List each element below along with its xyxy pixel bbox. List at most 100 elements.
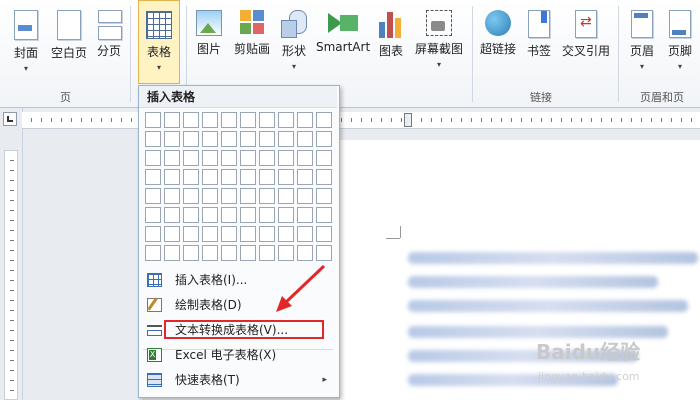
tab-selector-icon[interactable]	[3, 112, 17, 126]
chart-button[interactable]: 图表	[374, 0, 408, 88]
table-grid-cell[interactable]	[202, 169, 218, 185]
cover-page-button[interactable]: 封面 ▾	[6, 0, 46, 88]
table-grid-cell[interactable]	[145, 226, 161, 242]
table-grid-cell[interactable]	[202, 112, 218, 128]
footer-button[interactable]: 页脚 ▾	[662, 0, 698, 88]
table-grid-cell[interactable]	[202, 131, 218, 147]
cross-reference-button[interactable]: ⇄ 交叉引用	[558, 0, 614, 88]
table-grid-cell[interactable]	[145, 112, 161, 128]
table-grid-cell[interactable]	[240, 112, 256, 128]
table-grid-cell[interactable]	[316, 245, 332, 261]
table-grid-cell[interactable]	[259, 131, 275, 147]
blank-page-button[interactable]: 空白页	[46, 0, 92, 88]
page-break-button[interactable]: 分页	[92, 0, 126, 88]
table-grid-cell[interactable]	[164, 245, 180, 261]
picture-button[interactable]: 图片	[192, 0, 226, 88]
table-grid-cell[interactable]	[278, 188, 294, 204]
table-grid-cell[interactable]	[259, 188, 275, 204]
table-grid-cell[interactable]	[316, 150, 332, 166]
menu-item-quick-tables[interactable]: 快速表格(T) ▸	[141, 369, 335, 391]
hyperlink-button[interactable]: 超链接	[476, 0, 520, 88]
table-grid-cell[interactable]	[202, 207, 218, 223]
table-grid-cell[interactable]	[145, 245, 161, 261]
table-grid-cell[interactable]	[278, 112, 294, 128]
table-grid-cell[interactable]	[316, 188, 332, 204]
table-grid-cell[interactable]	[278, 131, 294, 147]
table-button[interactable]: 表格 ▾	[138, 0, 180, 84]
table-grid-cell[interactable]	[278, 207, 294, 223]
table-grid-cell[interactable]	[221, 245, 237, 261]
table-grid-cell[interactable]	[202, 245, 218, 261]
table-grid-cell[interactable]	[240, 188, 256, 204]
table-grid-cell[interactable]	[278, 226, 294, 242]
table-grid-cell[interactable]	[259, 169, 275, 185]
table-grid-cell[interactable]	[221, 150, 237, 166]
table-grid-cell[interactable]	[183, 226, 199, 242]
header-button[interactable]: 页眉 ▾	[624, 0, 660, 88]
table-grid-cell[interactable]	[164, 131, 180, 147]
table-grid-cell[interactable]	[297, 207, 313, 223]
table-grid-cell[interactable]	[145, 188, 161, 204]
table-grid-cell[interactable]	[145, 131, 161, 147]
table-grid-cell[interactable]	[202, 226, 218, 242]
table-grid-cell[interactable]	[164, 226, 180, 242]
indent-marker-icon[interactable]	[404, 113, 412, 127]
table-grid-cell[interactable]	[183, 188, 199, 204]
table-grid-cell[interactable]	[183, 169, 199, 185]
table-grid-cell[interactable]	[221, 207, 237, 223]
screenshot-button[interactable]: 屏幕截图 ▾	[410, 0, 468, 88]
table-grid-cell[interactable]	[297, 226, 313, 242]
smartart-button[interactable]: SmartArt	[316, 0, 370, 88]
table-grid-cell[interactable]	[316, 112, 332, 128]
table-grid-cell[interactable]	[183, 112, 199, 128]
table-grid-cell[interactable]	[240, 169, 256, 185]
clip-art-button[interactable]: 剪贴画	[230, 0, 274, 88]
table-grid-cell[interactable]	[297, 169, 313, 185]
horizontal-ruler[interactable]	[22, 112, 700, 129]
table-grid-cell[interactable]	[297, 112, 313, 128]
table-grid-cell[interactable]	[240, 207, 256, 223]
table-grid-cell[interactable]	[316, 226, 332, 242]
table-grid-cell[interactable]	[259, 112, 275, 128]
table-grid-cell[interactable]	[183, 150, 199, 166]
table-grid-cell[interactable]	[240, 150, 256, 166]
table-grid-cell[interactable]	[278, 245, 294, 261]
table-grid-cell[interactable]	[164, 150, 180, 166]
table-grid-cell[interactable]	[183, 207, 199, 223]
table-grid-cell[interactable]	[259, 150, 275, 166]
table-grid-cell[interactable]	[259, 226, 275, 242]
table-grid-cell[interactable]	[240, 131, 256, 147]
table-grid-cell[interactable]	[164, 188, 180, 204]
table-grid-cell[interactable]	[221, 188, 237, 204]
table-grid-cell[interactable]	[297, 188, 313, 204]
table-grid-cell[interactable]	[297, 131, 313, 147]
table-grid-cell[interactable]	[145, 169, 161, 185]
shapes-button[interactable]: 形状 ▾	[276, 0, 312, 88]
table-grid-cell[interactable]	[278, 150, 294, 166]
bookmark-button[interactable]: 书签	[522, 0, 556, 88]
table-grid-cell[interactable]	[221, 112, 237, 128]
table-grid-cell[interactable]	[240, 226, 256, 242]
table-grid-cell[interactable]	[164, 207, 180, 223]
table-grid-cell[interactable]	[259, 207, 275, 223]
table-grid-cell[interactable]	[297, 150, 313, 166]
table-grid-cell[interactable]	[183, 131, 199, 147]
table-grid-cell[interactable]	[316, 207, 332, 223]
table-grid-cell[interactable]	[297, 245, 313, 261]
table-grid-cell[interactable]	[183, 245, 199, 261]
table-size-grid[interactable]	[145, 112, 332, 261]
table-grid-cell[interactable]	[278, 169, 294, 185]
vertical-ruler[interactable]	[4, 150, 18, 400]
table-grid-cell[interactable]	[145, 150, 161, 166]
table-grid-cell[interactable]	[164, 112, 180, 128]
table-grid-cell[interactable]	[164, 169, 180, 185]
menu-item-excel-spreadsheet[interactable]: X Excel 电子表格(X)	[141, 344, 335, 366]
table-grid-cell[interactable]	[221, 169, 237, 185]
table-grid-cell[interactable]	[145, 207, 161, 223]
table-grid-cell[interactable]	[316, 131, 332, 147]
table-grid-cell[interactable]	[221, 226, 237, 242]
table-grid-cell[interactable]	[259, 245, 275, 261]
table-grid-cell[interactable]	[221, 131, 237, 147]
table-grid-cell[interactable]	[316, 169, 332, 185]
document-page[interactable]	[340, 140, 700, 400]
